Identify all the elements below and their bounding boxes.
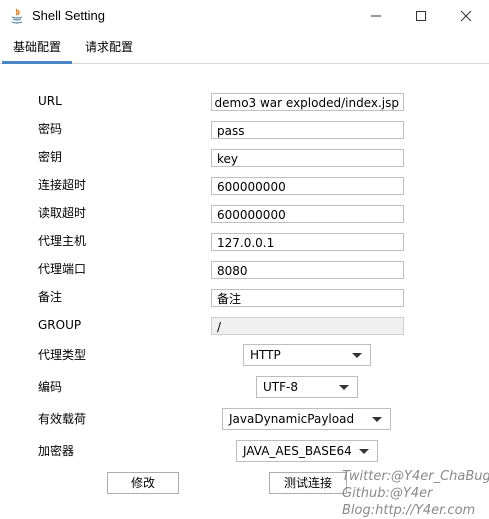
cryption-label: 加密器 xyxy=(38,444,75,458)
minimize-icon xyxy=(371,15,381,17)
encoding-value: UTF-8 xyxy=(263,380,298,394)
proxy-type-label: 代理类型 xyxy=(38,348,87,362)
remark-label: 备注 xyxy=(38,290,63,304)
proxy-host-field[interactable]: 127.0.0.1 xyxy=(211,233,404,251)
payload-select[interactable]: JavaDynamicPayload xyxy=(222,408,391,430)
connect-timeout-field[interactable]: 600000000 xyxy=(211,177,404,195)
read-timeout-label: 读取超时 xyxy=(38,206,87,220)
cryption-select[interactable]: JAVA_AES_BASE64 xyxy=(236,440,378,462)
maximize-button[interactable] xyxy=(398,0,444,32)
proxy-host-label: 代理主机 xyxy=(38,234,87,248)
basic-config-panel: URL demo3 war exploded/index.jsp 密码 pass… xyxy=(0,64,489,518)
password-field[interactable]: pass xyxy=(211,121,404,139)
tab-request-config[interactable]: 请求配置 xyxy=(74,33,144,61)
minimize-button[interactable] xyxy=(353,0,399,32)
tab-basic-config[interactable]: 基础配置 xyxy=(2,33,72,64)
key-label: 密钥 xyxy=(38,150,63,164)
encoding-select[interactable]: UTF-8 xyxy=(256,376,358,398)
group-field: / xyxy=(211,317,404,335)
payload-label: 有效载荷 xyxy=(38,412,87,426)
modify-button[interactable]: 修改 xyxy=(107,472,179,494)
watermark-blog: Blog:http://Y4er.com xyxy=(342,503,476,518)
proxy-type-select[interactable]: HTTP xyxy=(243,344,371,366)
remark-field[interactable]: 备注 xyxy=(211,289,404,307)
proxy-port-field[interactable]: 8080 xyxy=(211,261,404,279)
proxy-type-value: HTTP xyxy=(250,348,281,362)
window-title: Shell Setting xyxy=(32,8,105,23)
title-bar: Shell Setting xyxy=(0,0,489,32)
chevron-down-icon xyxy=(339,385,349,390)
tab-bar: 基础配置 请求配置 xyxy=(0,33,489,64)
url-label: URL xyxy=(38,94,62,108)
read-timeout-field[interactable]: 600000000 xyxy=(211,205,404,223)
close-button[interactable] xyxy=(443,0,489,32)
key-field[interactable]: key xyxy=(211,149,404,167)
group-label: GROUP xyxy=(38,318,82,332)
chevron-down-icon xyxy=(372,417,382,422)
close-icon xyxy=(460,10,472,22)
java-icon xyxy=(11,8,23,24)
url-field[interactable]: demo3 war exploded/index.jsp xyxy=(211,93,404,111)
watermark-twitter: Twitter:@Y4er_ChaBug xyxy=(342,469,489,484)
encoding-label: 编码 xyxy=(38,380,63,394)
password-label: 密码 xyxy=(38,122,63,136)
maximize-icon xyxy=(416,11,426,21)
proxy-port-label: 代理端口 xyxy=(38,262,87,276)
connect-timeout-label: 连接超时 xyxy=(38,178,87,192)
cryption-value: JAVA_AES_BASE64 xyxy=(243,444,352,458)
test-connection-button[interactable]: 测试连接 xyxy=(269,472,347,494)
payload-value: JavaDynamicPayload xyxy=(229,412,355,426)
chevron-down-icon xyxy=(352,353,362,358)
chevron-down-icon xyxy=(359,449,369,454)
watermark-github: Github:@Y4er xyxy=(342,486,433,501)
